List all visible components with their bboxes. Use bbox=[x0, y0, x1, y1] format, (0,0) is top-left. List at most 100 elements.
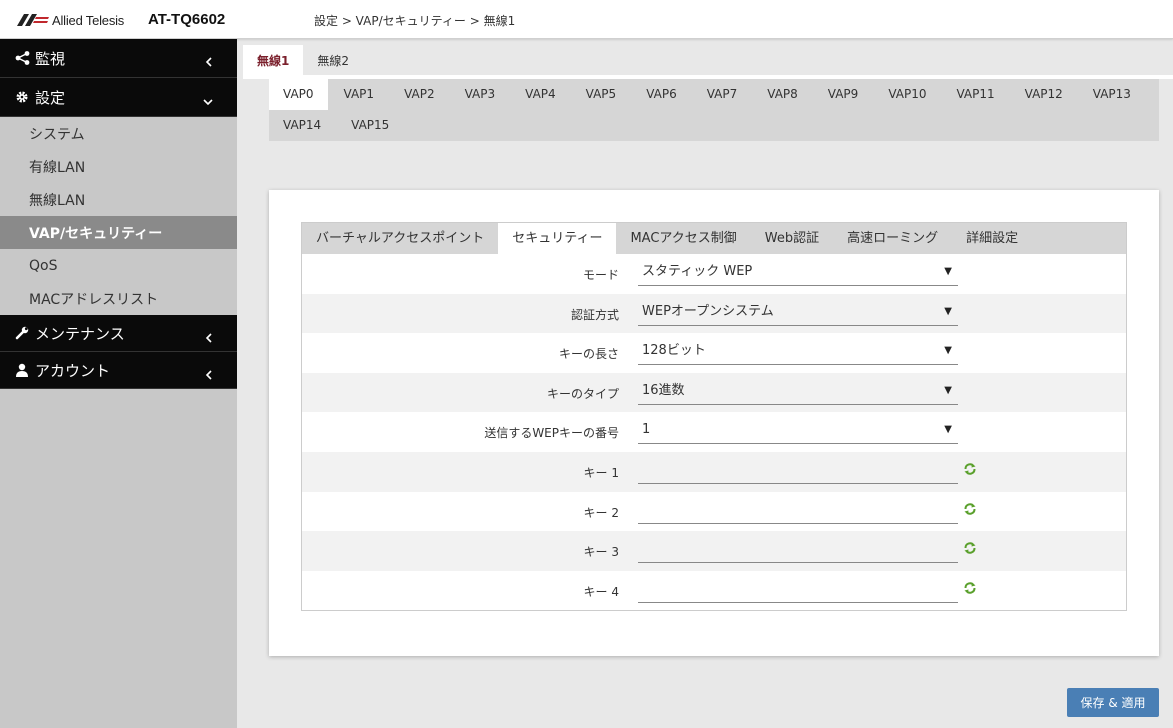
form-row-key-type: キーのタイプ 16進数 ▼ bbox=[302, 372, 1126, 413]
sidebar-item-settings[interactable]: 設定 bbox=[0, 78, 237, 117]
mode-select[interactable]: スタティック WEP ▼ bbox=[638, 260, 958, 286]
wrench-icon bbox=[14, 325, 30, 341]
tab-vap5[interactable]: VAP5 bbox=[572, 79, 631, 110]
tab-vap13[interactable]: VAP13 bbox=[1079, 79, 1145, 110]
security-panel: バーチャルアクセスポイント セキュリティー MACアクセス制御 Web認証 高速… bbox=[269, 190, 1159, 656]
sidebar-item-label: アカウント bbox=[35, 361, 111, 380]
key4-input[interactable] bbox=[638, 577, 958, 603]
mode-label: モード bbox=[582, 268, 619, 282]
refresh-icon[interactable] bbox=[963, 541, 977, 555]
wireless-tabs: 無線1 無線2 bbox=[243, 45, 1173, 75]
chevron-left-icon bbox=[205, 366, 213, 384]
tab-vap2[interactable]: VAP2 bbox=[390, 79, 449, 110]
form-row-tx-key: 送信するWEPキーの番号 1 ▼ bbox=[302, 412, 1126, 452]
tab-wireless-2[interactable]: 無線2 bbox=[303, 45, 363, 75]
tx-key-value: 1 bbox=[642, 422, 651, 438]
sidebar-item-label: 設定 bbox=[35, 88, 66, 107]
key-type-select[interactable]: 16進数 ▼ bbox=[638, 379, 958, 405]
tab-mac-access-control[interactable]: MACアクセス制御 bbox=[616, 223, 750, 254]
key3-input[interactable] bbox=[638, 537, 958, 564]
tab-vap1[interactable]: VAP1 bbox=[330, 79, 389, 110]
tab-vap6[interactable]: VAP6 bbox=[632, 79, 691, 110]
mode-value: スタティック WEP bbox=[642, 264, 753, 279]
key1-input[interactable] bbox=[638, 458, 958, 484]
logo-text: Allied Telesis bbox=[52, 12, 125, 28]
sidebar-item-qos[interactable]: QoS bbox=[0, 249, 237, 282]
form-row-key1: キー 1 bbox=[302, 451, 1126, 492]
security-form: バーチャルアクセスポイント セキュリティー MACアクセス制御 Web認証 高速… bbox=[301, 222, 1127, 611]
refresh-icon[interactable] bbox=[963, 581, 977, 595]
refresh-icon[interactable] bbox=[963, 462, 977, 476]
allied-telesis-logo-icon bbox=[17, 14, 49, 26]
sidebar-item-system[interactable]: システム bbox=[0, 117, 237, 150]
tab-security[interactable]: セキュリティー bbox=[498, 223, 617, 254]
dropdown-arrow-icon: ▼ bbox=[944, 266, 952, 277]
sidebar: 監視 設定 システム 有線LAN 無線LAN VAP/セキュリティー QoS M… bbox=[0, 39, 237, 728]
share-icon bbox=[14, 50, 30, 66]
auth-select[interactable]: WEPオープンシステム ▼ bbox=[638, 300, 958, 326]
gear-icon bbox=[14, 89, 30, 105]
key-length-select[interactable]: 128ビット ▼ bbox=[638, 339, 958, 366]
tab-vap12[interactable]: VAP12 bbox=[1011, 79, 1077, 110]
dropdown-arrow-icon: ▼ bbox=[944, 345, 952, 357]
tab-advanced-settings[interactable]: 詳細設定 bbox=[952, 223, 1032, 254]
sidebar-item-maintenance[interactable]: メンテナンス bbox=[0, 315, 237, 352]
dropdown-arrow-icon: ▼ bbox=[944, 305, 952, 317]
sidebar-item-mac-address-list[interactable]: MACアドレスリスト bbox=[0, 282, 237, 315]
tab-wireless-1[interactable]: 無線1 bbox=[243, 45, 304, 75]
tab-virtual-access-point[interactable]: バーチャルアクセスポイント bbox=[302, 223, 498, 254]
user-icon bbox=[14, 362, 30, 378]
dropdown-arrow-icon: ▼ bbox=[944, 384, 952, 396]
form-row-mode: モード スタティック WEP ▼ bbox=[302, 254, 1126, 294]
dropdown-arrow-icon: ▼ bbox=[944, 424, 952, 436]
form-row-key3: キー 3 bbox=[302, 531, 1126, 571]
key-length-label: キーの長さ bbox=[558, 347, 619, 362]
section-tabs: バーチャルアクセスポイント セキュリティー MACアクセス制御 Web認証 高速… bbox=[302, 223, 1126, 254]
key3-label: キー 3 bbox=[583, 545, 619, 560]
refresh-icon[interactable] bbox=[963, 502, 977, 516]
form-row-key4: キー 4 bbox=[302, 571, 1126, 611]
form-row-key2: キー 2 bbox=[302, 492, 1126, 532]
auth-value: WEPオープンシステム bbox=[642, 303, 774, 319]
save-apply-button[interactable]: 保存 & 適用 bbox=[1067, 688, 1159, 717]
key1-label: キー 1 bbox=[583, 465, 619, 480]
form-row-auth: 認証方式 WEPオープンシステム ▼ bbox=[302, 293, 1126, 334]
sidebar-item-label: メンテナンス bbox=[35, 324, 125, 343]
logo: Allied Telesis bbox=[17, 12, 124, 28]
sidebar-item-vap-security[interactable]: VAP/セキュリティー bbox=[0, 216, 237, 249]
key-length-value: 128ビット bbox=[642, 343, 706, 359]
tab-vap14[interactable]: VAP14 bbox=[269, 110, 335, 141]
chevron-left-icon bbox=[205, 53, 213, 71]
tab-vap4[interactable]: VAP4 bbox=[511, 79, 570, 110]
sidebar-item-wireless-lan[interactable]: 無線LAN bbox=[0, 183, 237, 216]
sidebar-item-monitor[interactable]: 監視 bbox=[0, 39, 237, 78]
key2-input[interactable] bbox=[638, 498, 958, 524]
auth-label: 認証方式 bbox=[570, 307, 619, 322]
tab-vap3[interactable]: VAP3 bbox=[451, 79, 510, 110]
key2-label: キー 2 bbox=[583, 505, 619, 520]
sidebar-item-label: 監視 bbox=[35, 49, 66, 68]
sidebar-item-wired-lan[interactable]: 有線LAN bbox=[0, 150, 237, 183]
tx-key-select[interactable]: 1 ▼ bbox=[638, 418, 958, 445]
vap-tabs: VAP0 VAP1 VAP2 VAP3 VAP4 VAP5 VAP6 VAP7 … bbox=[269, 79, 1159, 141]
chevron-down-icon bbox=[203, 92, 213, 110]
tx-key-label: 送信するWEPキーの番号 bbox=[484, 426, 619, 441]
tab-vap0[interactable]: VAP0 bbox=[269, 79, 328, 110]
key-type-label: キーのタイプ bbox=[546, 386, 619, 401]
key-type-value: 16進数 bbox=[642, 382, 685, 398]
header: Allied Telesis AT-TQ6602 設定 > VAP/セキュリティ… bbox=[0, 0, 1173, 39]
form-row-key-length: キーの長さ 128ビット ▼ bbox=[302, 333, 1126, 373]
tab-vap10[interactable]: VAP10 bbox=[874, 79, 940, 110]
model-name: AT-TQ6602 bbox=[148, 11, 226, 28]
chevron-left-icon bbox=[205, 329, 213, 347]
tab-web-auth[interactable]: Web認証 bbox=[751, 223, 833, 254]
sidebar-item-account[interactable]: アカウント bbox=[0, 352, 237, 389]
breadcrumb: 設定 > VAP/セキュリティー > 無線1 bbox=[314, 14, 516, 28]
tab-vap7[interactable]: VAP7 bbox=[693, 79, 752, 110]
tab-vap8[interactable]: VAP8 bbox=[753, 79, 812, 110]
key4-label: キー 4 bbox=[583, 584, 619, 599]
tab-vap9[interactable]: VAP9 bbox=[814, 79, 873, 110]
tab-vap11[interactable]: VAP11 bbox=[942, 79, 1008, 110]
tab-vap15[interactable]: VAP15 bbox=[337, 110, 403, 141]
tab-fast-roaming[interactable]: 高速ローミング bbox=[833, 223, 952, 254]
